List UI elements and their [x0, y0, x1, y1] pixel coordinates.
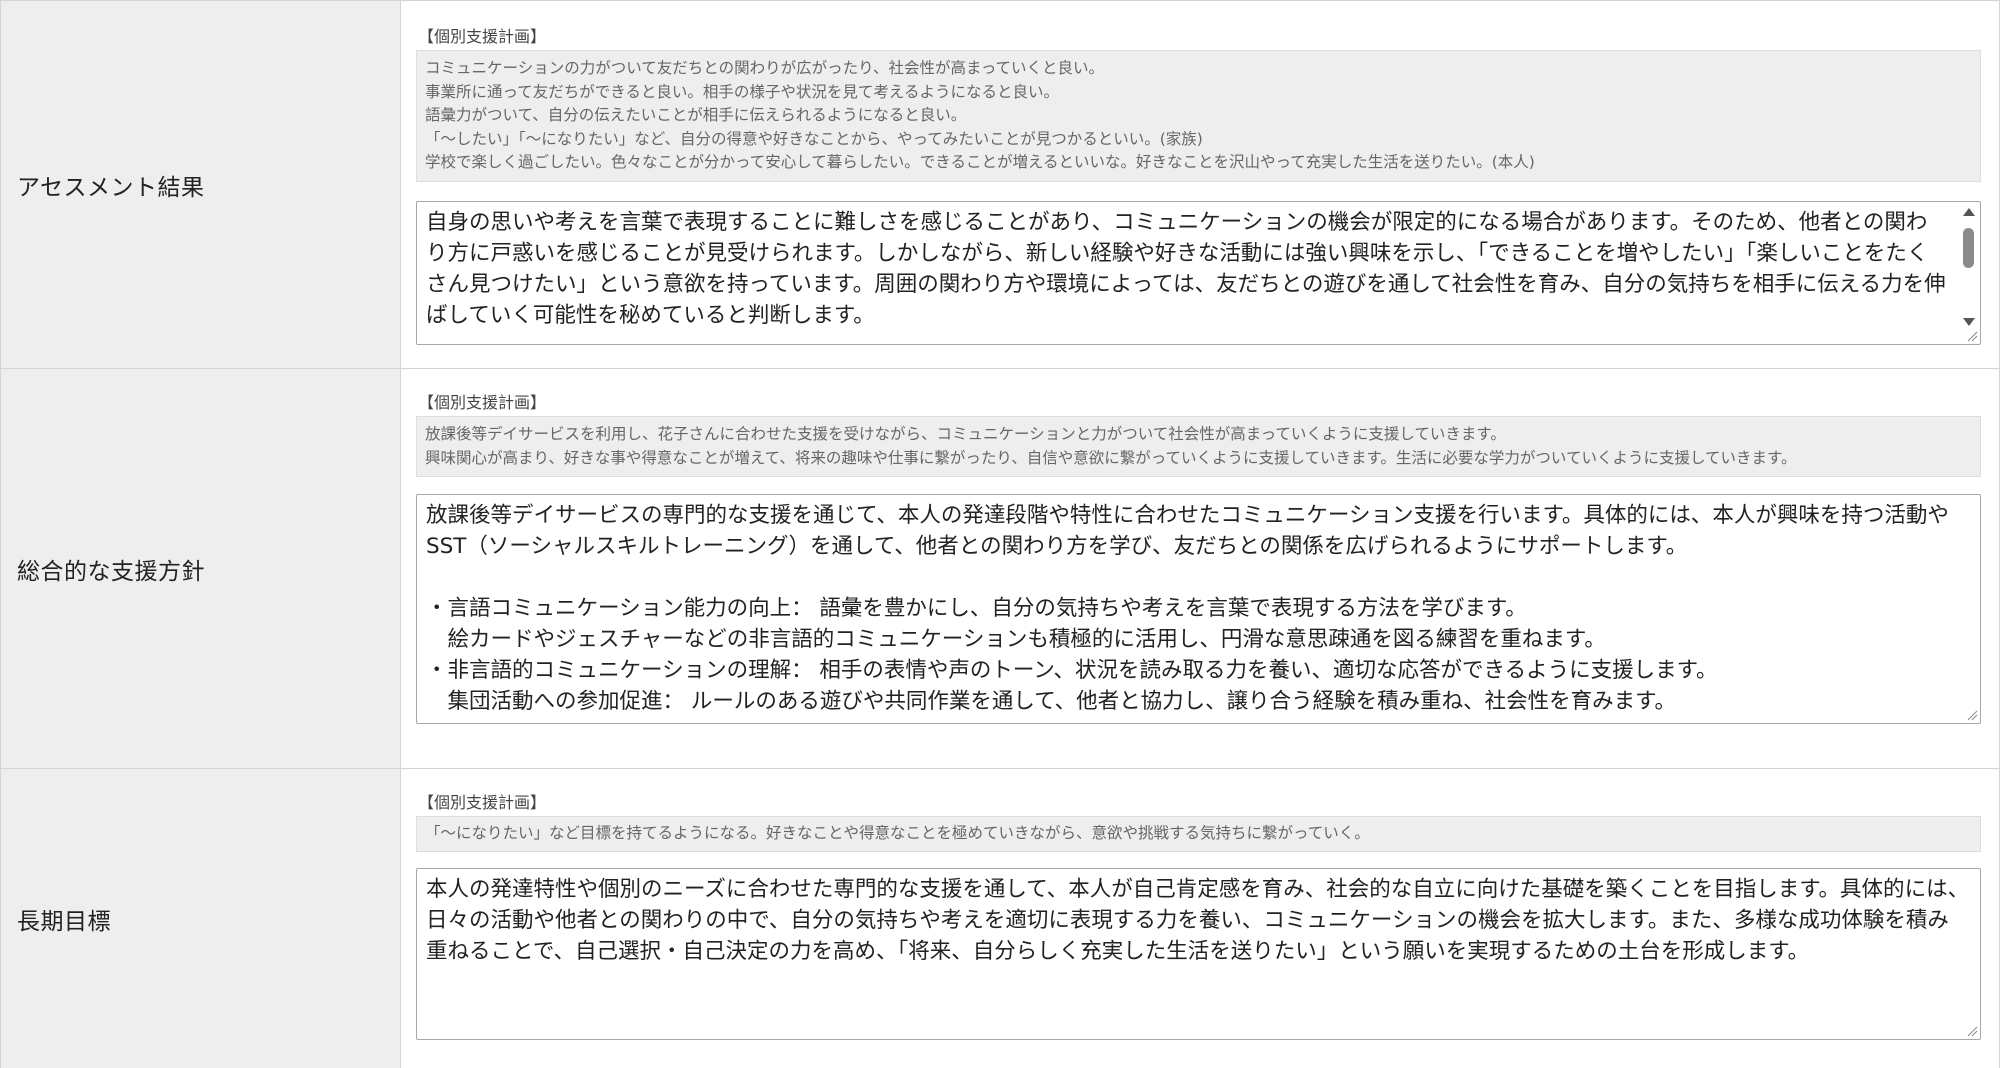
assessment-text[interactable]: 自身の思いや考えを言葉で表現することに難しさを感じることがあり、コミュニケーショ…: [417, 202, 1980, 344]
scroll-up-arrow-icon[interactable]: [1963, 207, 1975, 216]
support-policy-textarea[interactable]: 放課後等デイサービスの専門的な支援を通じて、本人の発達段階や特性に合わせたコミュ…: [416, 494, 1981, 724]
row-label-assessment: アセスメント結果: [17, 174, 205, 201]
reference-box: コミュニケーションの力がついて友だちとの関わりが広がったり、社会性が高まっていく…: [416, 50, 1981, 182]
form-table: アセスメント結果 【個別支援計画】 コミュニケーションの力がついて友だちとの関わ…: [0, 0, 2000, 1068]
reference-line: 興味関心が高まり、好きな事や得意なことが増えて、将来の趣味や仕事に繋がったり、自…: [425, 448, 1797, 467]
row-label-support-policy: 総合的な支援方針: [17, 558, 205, 585]
assessment-textarea[interactable]: 自身の思いや考えを言葉で表現することに難しさを感じることがあり、コミュニケーショ…: [416, 200, 1981, 345]
form-row-long-term-goal: 長期目標 【個別支援計画】 「～になりたい」など目標を持てるようになる。好きなこ…: [0, 768, 2000, 1068]
row-label-cell: 総合的な支援方針: [0, 368, 401, 769]
form-row-assessment: アセスメント結果 【個別支援計画】 コミュニケーションの力がついて友だちとの関わ…: [0, 0, 2000, 369]
resize-grip-icon[interactable]: [1966, 330, 1978, 342]
reference-heading: 【個別支援計画】: [418, 793, 547, 812]
row-content-cell: 【個別支援計画】 放課後等デイサービスを利用し、花子さんに合わせた支援を受けなが…: [400, 368, 2000, 769]
reference-line: 放課後等デイサービスを利用し、花子さんに合わせた支援を受けながら、コミュニケーシ…: [425, 425, 1506, 443]
reference-box: 「～になりたい」など目標を持てるようになる。好きなことや得意なことを極めていきな…: [416, 816, 1981, 852]
row-label-cell: アセスメント結果: [0, 0, 401, 369]
row-content-cell: 【個別支援計画】 コミュニケーションの力がついて友だちとの関わりが広がったり、社…: [400, 0, 2000, 369]
row-label-cell: 長期目標: [0, 768, 401, 1068]
row-content-cell: 【個別支援計画】 「～になりたい」など目標を持てるようになる。好きなことや得意な…: [400, 768, 2000, 1068]
reference-line: 語彙力がついて、自分の伝えたいことが相手に伝えられるようになると良い。: [425, 106, 967, 124]
scroll-down-arrow-icon[interactable]: [1963, 317, 1975, 326]
support-policy-text[interactable]: 放課後等デイサービスの専門的な支援を通じて、本人の発達段階や特性に合わせたコミュ…: [417, 495, 1980, 723]
reference-line: 学校で楽しく過ごしたい。色々なことが分かって安心して暮らしたい。できることが増え…: [425, 153, 1535, 171]
resize-grip-icon[interactable]: [1966, 1025, 1978, 1037]
support-plan-form: アセスメント結果 【個別支援計画】 コミュニケーションの力がついて友だちとの関わ…: [0, 0, 2000, 1068]
reference-line: 「～したい」「～になりたい」など、自分の得意や好きなことから、やってみたいことが…: [425, 129, 1203, 148]
reference-heading: 【個別支援計画】: [418, 393, 547, 412]
scroll-thumb[interactable]: [1963, 227, 1974, 268]
reference-line: 「～になりたい」など目標を持てるようになる。好きなことや得意なことを極めていきな…: [425, 824, 1370, 842]
reference-line: 事業所に通って友だちができると良い。相手の様子や状況を見て考えるようになると良い…: [425, 82, 1059, 101]
reference-line: コミュニケーションの力がついて友だちとの関わりが広がったり、社会性が高まっていく…: [425, 59, 1105, 77]
form-row-support-policy: 総合的な支援方針 【個別支援計画】 放課後等デイサービスを利用し、花子さんに合わ…: [0, 368, 2000, 769]
textarea-scrollbar[interactable]: [1961, 206, 1977, 326]
long-term-goal-textarea[interactable]: 本人の発達特性や個別のニーズに合わせた専門的な支援を通して、本人が自己肯定感を育…: [416, 867, 1981, 1040]
resize-grip-icon[interactable]: [1966, 709, 1978, 721]
row-label-long-term-goal: 長期目標: [17, 908, 111, 935]
long-term-goal-text[interactable]: 本人の発達特性や個別のニーズに合わせた専門的な支援を通して、本人が自己肯定感を育…: [417, 869, 1980, 1039]
reference-heading: 【個別支援計画】: [418, 27, 547, 46]
reference-box: 放課後等デイサービスを利用し、花子さんに合わせた支援を受けながら、コミュニケーシ…: [416, 416, 1981, 477]
